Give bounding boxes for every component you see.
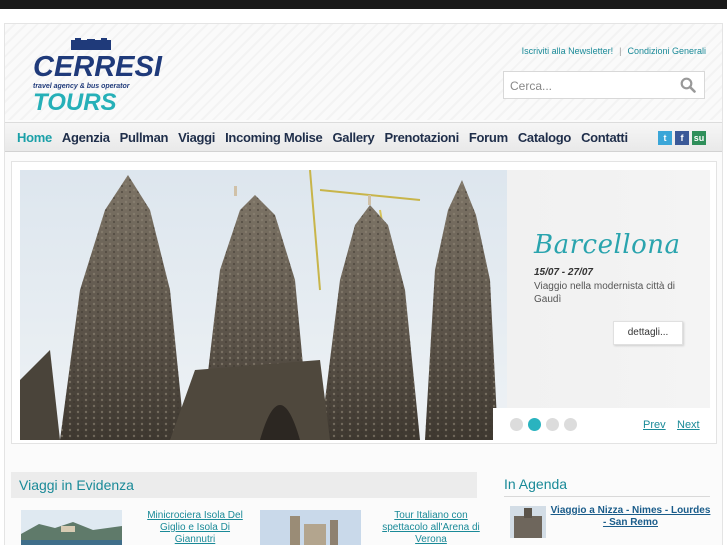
nav-item-agenzia[interactable]: Agenzia — [62, 130, 110, 145]
stumbleupon-icon[interactable]: su — [692, 131, 706, 145]
bottom-section: Viaggi in Evidenza Minicrociera Isola De… — [5, 462, 722, 545]
social-links: t f su — [655, 131, 706, 145]
nav-item-viaggi[interactable]: Viaggi — [178, 130, 215, 145]
next-link[interactable]: Next — [677, 419, 700, 431]
nav-item-contatti[interactable]: Contatti — [581, 130, 628, 145]
agenda-item-title[interactable]: Viaggio a Nizza - Nimes - Lourdes - San … — [548, 505, 713, 529]
link-separator: | — [619, 46, 622, 56]
nav-item-prenotazioni[interactable]: Prenotazioni — [384, 130, 459, 145]
slider-dot-2[interactable] — [528, 418, 541, 431]
card-thumbnail[interactable] — [21, 510, 122, 545]
search-box — [503, 71, 705, 99]
site-header: CERRESI travel agency & bus operator TOU… — [5, 24, 722, 120]
slide-image — [20, 170, 507, 440]
nav-item-gallery[interactable]: Gallery — [332, 130, 374, 145]
facebook-icon[interactable]: f — [675, 131, 689, 145]
slide-caption: Barcellona 15/07 - 27/07 Viaggio nella m… — [507, 170, 710, 408]
nav-item-incoming-molise[interactable]: Incoming Molise — [225, 130, 323, 145]
evidenza-heading: Viaggi in Evidenza — [19, 477, 134, 493]
evidenza-header: Viaggi in Evidenza — [11, 472, 477, 498]
card-thumbnail[interactable] — [260, 510, 361, 545]
agenda-heading: In Agenda — [504, 476, 568, 492]
newsletter-link[interactable]: Iscriviti alla Newsletter! — [522, 46, 614, 56]
search-input[interactable] — [510, 76, 670, 96]
browser-top-bar — [0, 0, 727, 9]
details-button[interactable]: dettagli... — [613, 321, 683, 345]
featured-slider: Barcellona 15/07 - 27/07 Viaggio nella m… — [11, 161, 717, 444]
svg-text:CERRESI: CERRESI — [33, 51, 163, 83]
prev-link[interactable]: Prev — [643, 419, 666, 431]
header-links: Iscriviti alla Newsletter! | Condizioni Ge… — [522, 46, 706, 56]
nav-item-catalogo[interactable]: Catalogo — [518, 130, 572, 145]
twitter-icon[interactable]: t — [658, 131, 672, 145]
site-logo[interactable]: CERRESI travel agency & bus operator TOU… — [31, 38, 167, 116]
agenda-thumbnail[interactable] — [510, 506, 546, 538]
slide-title: Barcellona — [534, 230, 681, 260]
nav-item-home[interactable]: Home — [17, 130, 52, 145]
svg-text:TOURS: TOURS — [33, 89, 117, 116]
slider-pager: Prev Next — [493, 408, 710, 440]
main-nav: Home Agenzia Pullman Viaggi Incoming Mol… — [5, 122, 722, 152]
search-icon[interactable] — [680, 77, 696, 93]
conditions-link[interactable]: Condizioni Generali — [627, 46, 706, 56]
slider-dot-4[interactable] — [564, 418, 577, 431]
agenda-divider — [504, 496, 710, 497]
nav-item-forum[interactable]: Forum — [469, 130, 508, 145]
card-title[interactable]: Minicrociera Isola Del Giglio e Isola Di… — [139, 510, 251, 545]
page-frame: CERRESI travel agency & bus operator TOU… — [4, 23, 723, 545]
slider-dot-1[interactable] — [510, 418, 523, 431]
nav-item-pullman[interactable]: Pullman — [120, 130, 169, 145]
slide-description: Viaggio nella modernista città di Gaudì — [534, 281, 676, 305]
slide-dates: 15/07 - 27/07 — [534, 267, 593, 278]
slider-dot-3[interactable] — [546, 418, 559, 431]
slider-dots — [510, 418, 582, 431]
card-title[interactable]: Tour Italiano con spettacolo all'Arena d… — [375, 510, 487, 545]
